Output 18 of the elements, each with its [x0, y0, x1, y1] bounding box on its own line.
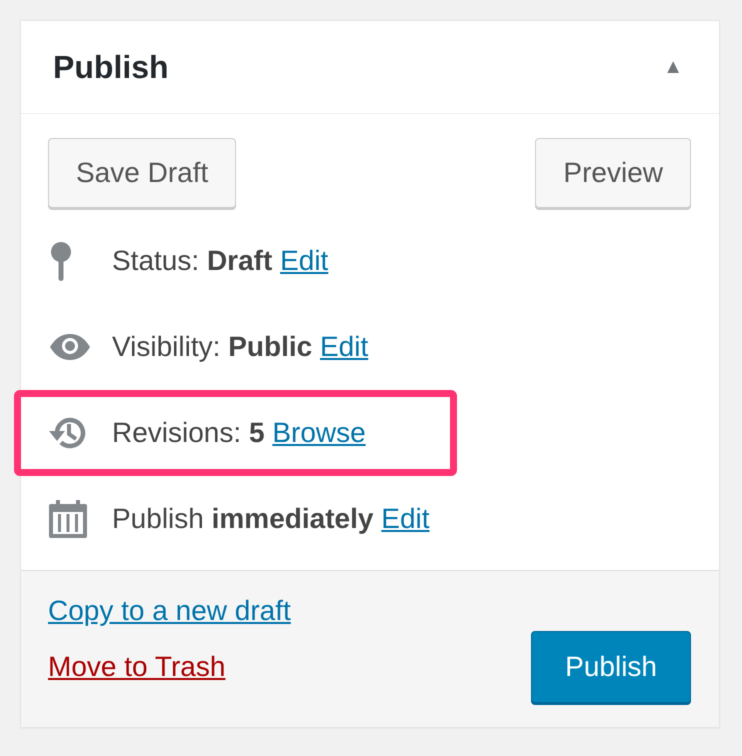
copy-draft-link[interactable]: Copy to a new draft	[48, 595, 291, 627]
row-link[interactable]: Edit	[381, 503, 430, 535]
trash-link[interactable]: Move to Trash	[48, 651, 291, 683]
row-label: Status: Draft	[112, 245, 272, 277]
row-label: Visibility: Public	[112, 331, 312, 363]
publish-button[interactable]: Publish	[531, 631, 691, 703]
preview-button[interactable]: Preview	[535, 138, 691, 208]
eye-icon	[48, 333, 92, 361]
collapse-toggle[interactable]: ▲	[663, 56, 683, 78]
row-link[interactable]: Browse	[272, 417, 366, 449]
row-link[interactable]: Edit	[280, 245, 328, 277]
calendar-icon	[48, 499, 88, 539]
row-label: Revisions: 5	[112, 417, 265, 449]
panel-title: Publish	[53, 48, 169, 86]
row-label: Publish immediately	[112, 503, 374, 535]
save-draft-button[interactable]: Save Draft	[48, 138, 236, 208]
pushpin-icon	[48, 241, 74, 281]
row-link[interactable]: Edit	[320, 331, 368, 363]
